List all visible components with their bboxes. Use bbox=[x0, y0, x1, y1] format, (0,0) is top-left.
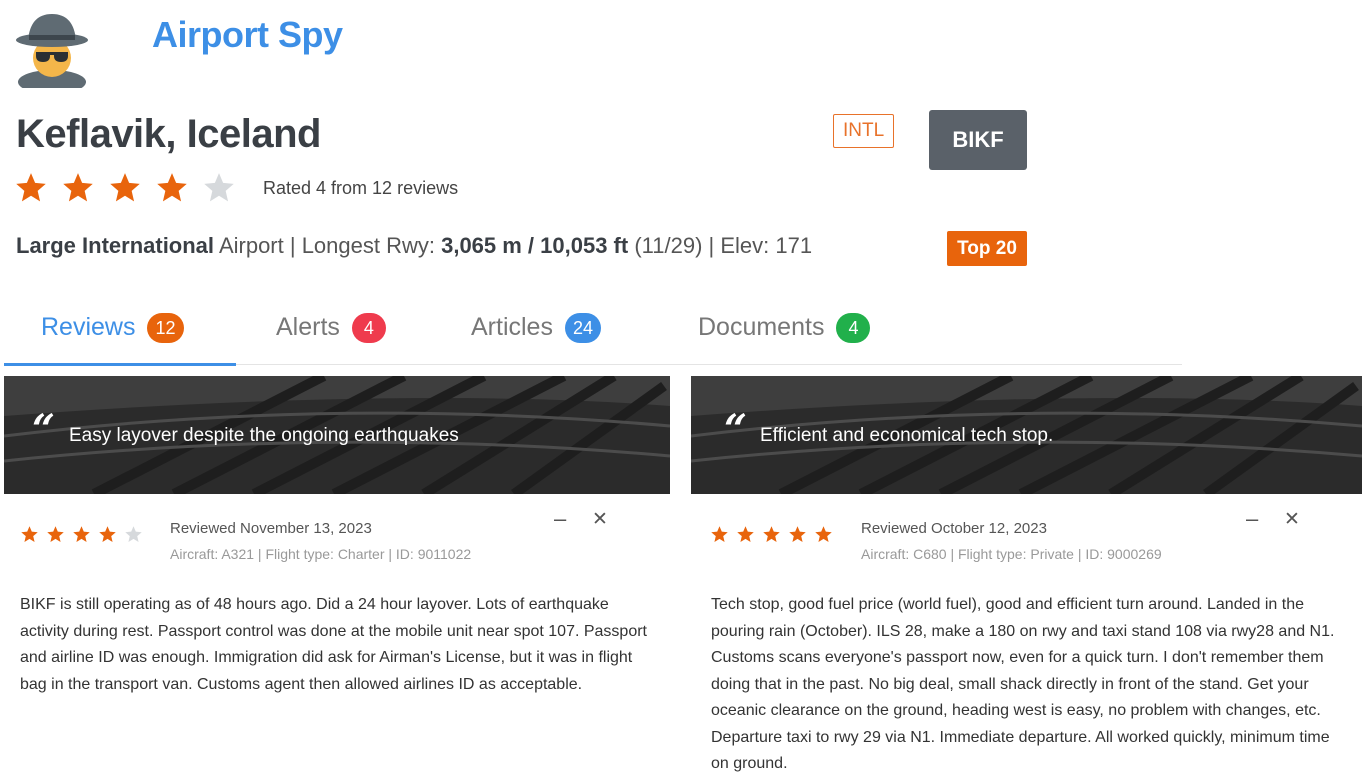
quote-icon: “ bbox=[724, 406, 748, 453]
airport-word: Airport bbox=[218, 233, 284, 258]
tab-count-badge: 4 bbox=[351, 312, 386, 343]
runway-prefix: | Longest Rwy: bbox=[283, 233, 442, 258]
tab-label: Documents bbox=[698, 313, 825, 341]
tab-alerts[interactable]: Alerts 4 bbox=[276, 290, 386, 365]
runway-designation: (11/29) | Elev: 171 bbox=[628, 233, 813, 258]
rating-summary: Rated 4 from 12 reviews bbox=[263, 177, 459, 198]
review-date: Reviewed October 12, 2023 bbox=[861, 520, 1047, 537]
star-empty-icon bbox=[204, 173, 234, 202]
review-banner: “ Easy layover despite the ongoing earth… bbox=[4, 376, 670, 494]
longest-runway: 3,065 m / 10,053 ft bbox=[441, 233, 629, 258]
site-header: Airport Spy bbox=[0, 0, 1368, 92]
review-body: Tech stop, good fuel price (world fuel),… bbox=[711, 596, 1335, 772]
review-aircraft-info: Aircraft: A321 | Flight type: Charter | … bbox=[170, 546, 472, 562]
star-empty-icon bbox=[125, 526, 142, 542]
star-filled-icon bbox=[711, 526, 728, 542]
rank-badge: Top 20 bbox=[947, 231, 1027, 266]
tab-count-badge: 12 bbox=[147, 312, 184, 343]
close-icon[interactable]: ✕ bbox=[1284, 508, 1300, 531]
star-filled-icon bbox=[110, 173, 140, 202]
review-body: BIKF is still operating as of 48 hours a… bbox=[20, 596, 647, 693]
review-aircraft-info: Aircraft: C680 | Flight type: Private | … bbox=[861, 546, 1162, 562]
tab-count-badge: 24 bbox=[564, 312, 601, 343]
quote-icon: “ bbox=[32, 406, 56, 453]
review-date: Reviewed November 13, 2023 bbox=[170, 520, 372, 537]
international-badge: INTL bbox=[833, 114, 895, 148]
review-title: Easy layover despite the ongoing earthqu… bbox=[69, 425, 459, 446]
tab-articles[interactable]: Articles 24 bbox=[471, 290, 601, 365]
review-card: “ Efficient and economical tech stop. Re… bbox=[691, 376, 1362, 772]
tab-label: Articles bbox=[471, 313, 553, 341]
star-filled-icon bbox=[47, 526, 64, 542]
tab-count-badge: 4 bbox=[836, 312, 871, 343]
airport-size: Large International bbox=[16, 233, 215, 258]
content-tabs: Reviews 12 Alerts 4 Articles 24 Document… bbox=[4, 290, 1182, 366]
review-card: “ Easy layover despite the ongoing earth… bbox=[4, 376, 670, 693]
review-meta: Reviewed October 12, 2023 Aircraft: C680… bbox=[861, 520, 1162, 562]
star-filled-icon bbox=[737, 526, 754, 542]
tab-documents[interactable]: Documents 4 bbox=[698, 290, 871, 365]
minimize-icon[interactable]: – bbox=[1246, 506, 1258, 532]
star-filled-icon bbox=[789, 526, 806, 542]
review-meta: Reviewed November 13, 2023 Aircraft: A32… bbox=[170, 520, 471, 562]
icao-code-badge: BIKF bbox=[929, 110, 1027, 170]
rating-stars bbox=[14, 171, 249, 205]
review-title: Efficient and economical tech stop. bbox=[760, 425, 1054, 446]
star-filled-icon bbox=[73, 526, 90, 542]
star-filled-icon bbox=[157, 173, 187, 202]
airport-info-line: Large International Airport | Longest Rw… bbox=[16, 233, 812, 259]
spy-avatar-icon[interactable] bbox=[12, 8, 92, 88]
close-icon[interactable]: ✕ bbox=[592, 508, 608, 531]
star-filled-icon bbox=[63, 173, 93, 202]
review-banner: “ Efficient and economical tech stop. bbox=[691, 376, 1362, 494]
tab-label: Reviews bbox=[41, 313, 136, 341]
airport-name: Keflavik, Iceland bbox=[16, 112, 321, 156]
review-stars bbox=[20, 525, 150, 544]
star-filled-icon bbox=[21, 526, 38, 542]
tab-reviews[interactable]: Reviews 12 bbox=[41, 290, 184, 365]
star-filled-icon bbox=[763, 526, 780, 542]
minimize-icon[interactable]: – bbox=[554, 506, 566, 532]
airport-rating: Rated 4 from 12 reviews bbox=[14, 170, 458, 206]
star-filled-icon bbox=[16, 173, 46, 202]
tab-label: Alerts bbox=[276, 313, 340, 341]
review-stars bbox=[710, 525, 840, 544]
brand-title[interactable]: Airport Spy bbox=[152, 14, 343, 56]
active-tab-indicator bbox=[4, 363, 236, 366]
star-filled-icon bbox=[815, 526, 832, 542]
star-filled-icon bbox=[99, 526, 116, 542]
